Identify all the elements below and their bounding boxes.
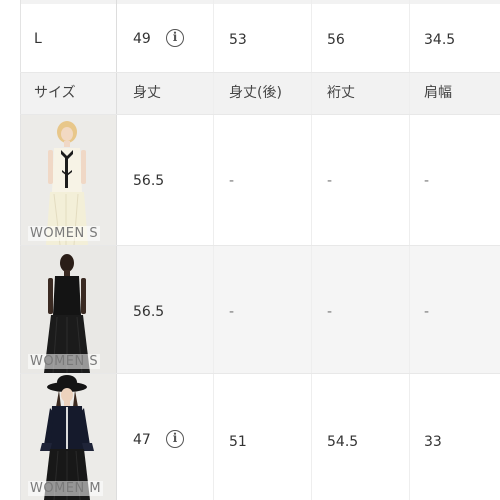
body-length-back-cell: - [229, 173, 235, 189]
top-strip [20, 0, 500, 4]
body-length-cell: 56.5 [133, 173, 165, 189]
body-length-back-cell: 53 [229, 32, 247, 48]
shoulder-width-cell: - [424, 173, 430, 189]
sleeve-length-cell: - [327, 173, 333, 189]
info-icon[interactable]: i [166, 430, 184, 448]
header-shoulder-width: 肩幅 [424, 85, 452, 101]
sleeve-length-cell: 54.5 [327, 434, 359, 450]
column-divider [311, 0, 312, 500]
shoulder-width-cell: - [424, 304, 430, 320]
shoulder-width-cell: 34.5 [424, 32, 456, 48]
body-length-cell: 47 [133, 432, 151, 448]
model-photo: WOMEN M [20, 373, 116, 500]
row-divider [20, 373, 500, 374]
table-border-left [20, 0, 21, 500]
info-icon[interactable]: i [166, 29, 184, 47]
body-length-back-cell: - [229, 304, 235, 320]
column-divider [116, 0, 117, 500]
sleeve-length-cell: - [327, 304, 333, 320]
header-sleeve-length: 裄丈 [327, 85, 355, 101]
row-divider [20, 114, 500, 115]
model-photo: WOMEN S [20, 114, 116, 245]
model-photo: WOMEN S [20, 245, 116, 373]
row-divider [20, 245, 500, 246]
shoulder-width-cell: 33 [424, 434, 442, 450]
model-size-label: WOMEN S [28, 226, 101, 241]
header-body-length: 身丈 [133, 85, 161, 101]
header-body-length-back: 身丈(後) [229, 85, 282, 101]
body-length-cell: 49 [133, 31, 151, 47]
row-divider [20, 72, 500, 73]
body-length-back-cell: 51 [229, 434, 247, 450]
body-length-cell: 56.5 [133, 304, 165, 320]
column-divider [213, 0, 214, 500]
header-size: サイズ [34, 85, 76, 101]
size-cell: L [34, 31, 42, 47]
sleeve-length-cell: 56 [327, 32, 345, 48]
column-divider [409, 0, 410, 500]
model-size-label: WOMEN S [28, 354, 101, 369]
model-size-label: WOMEN M [28, 481, 104, 496]
